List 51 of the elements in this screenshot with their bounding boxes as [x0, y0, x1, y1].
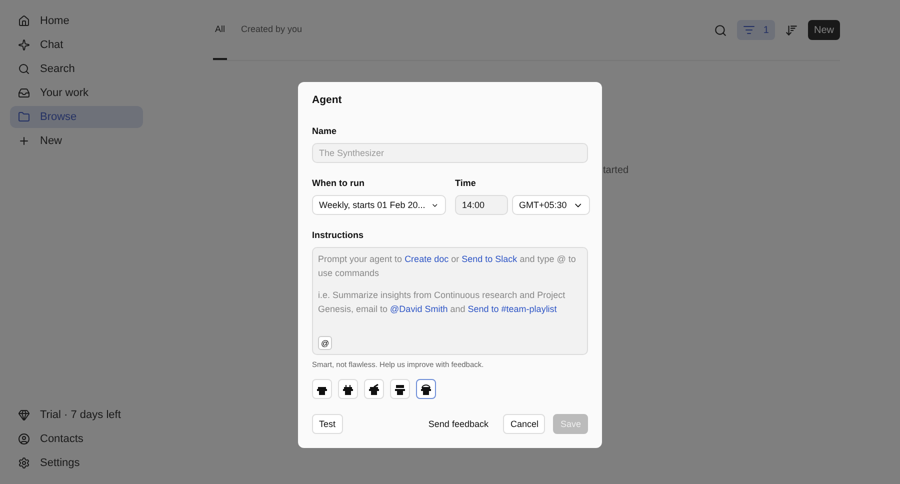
command-link[interactable]: Send to Slack [462, 254, 518, 264]
sidebar-item[interactable]: Browse [10, 106, 143, 128]
sidebar-item[interactable]: Settings [10, 452, 143, 474]
avatar-option[interactable] [416, 379, 436, 399]
field-label: When to run [312, 178, 366, 188]
name-field[interactable]: The Synthesizer [312, 143, 588, 163]
search-icon [18, 63, 30, 75]
robot-icon [394, 384, 406, 394]
command-link[interactable]: @David Smith [390, 304, 448, 314]
test-button[interactable]: Test [312, 414, 343, 434]
home-icon [18, 15, 30, 27]
person-icon [18, 433, 30, 445]
dialog-title: Agent [312, 94, 343, 106]
folder-icon [18, 111, 30, 123]
field-label: Time [455, 178, 477, 188]
field-label: Name [312, 126, 338, 136]
robot-icon [342, 384, 354, 394]
sparkle-icon [18, 39, 30, 51]
send-feedback-button[interactable]: Send feedback [421, 414, 496, 434]
command-link[interactable]: Create doc [404, 254, 449, 264]
sidebar-item[interactable]: Home [10, 10, 143, 32]
instructions-placeholder: i.e. Summarize insights from Continuous research and Project Genesis, email to @David Smith and Send to #team-playlist [318, 289, 566, 316]
tab[interactable]: All [213, 0, 228, 60]
gem-icon [18, 409, 30, 421]
filter-button[interactable]: 1 [737, 20, 775, 40]
robot-icon [420, 384, 432, 394]
filter-icon [743, 24, 756, 36]
tab[interactable]: Created by you [239, 0, 304, 60]
command-link[interactable]: Send to #team-playlist [468, 304, 557, 314]
schedule-dropdown[interactable]: Weekly, starts 01 Feb 20... [312, 195, 446, 215]
empty-state-text: tarted [603, 165, 630, 176]
robot-icon [368, 384, 380, 394]
mention-button[interactable]: @ [318, 336, 332, 350]
new-button[interactable]: New [808, 20, 840, 40]
search-icon[interactable] [714, 24, 728, 36]
instructions-placeholder: Prompt your agent to Create doc or Send to Slack and type @ to use commands [318, 253, 577, 280]
time-field[interactable]: 14:00 [455, 195, 508, 215]
sidebar-item[interactable]: Chat [10, 34, 143, 56]
sidebar-item[interactable]: Your work [10, 82, 143, 104]
sort-icon[interactable] [784, 24, 798, 36]
plus-icon [18, 135, 30, 147]
instructions-field[interactable]: Prompt your agent to Create doc or Send to Slack and type @ to use commands i.e. Summarize insights from Continuous research and Project Genesis, email to @David Smith and Send to #team-playlist @ [312, 247, 588, 355]
timezone-dropdown[interactable]: GMT+05:30 [512, 195, 590, 215]
tray-icon [18, 87, 30, 99]
sidebar-item[interactable]: Search [10, 58, 143, 80]
field-label: Instructions [312, 230, 365, 240]
sidebar-item[interactable]: Contacts [10, 428, 143, 450]
cancel-button[interactable]: Cancel [503, 414, 546, 434]
sidebar-item[interactable]: Trial · 7 days left [10, 404, 143, 426]
sidebar-item[interactable]: New [10, 130, 143, 152]
gear-icon [18, 457, 30, 469]
